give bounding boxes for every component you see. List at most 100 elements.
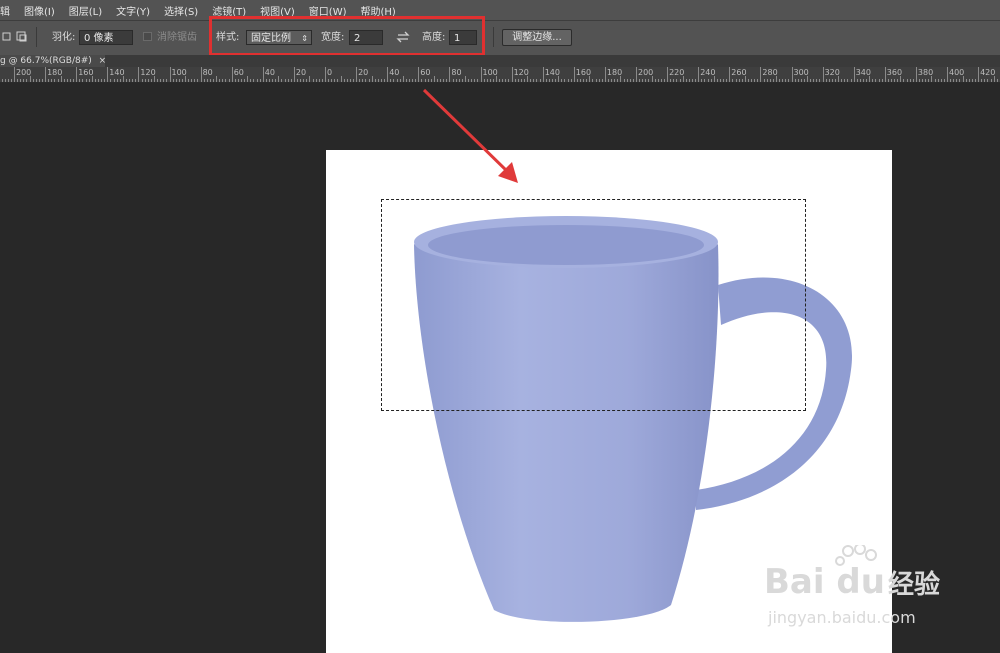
ruler-tick <box>10 79 12 82</box>
ruler-tick <box>51 79 53 82</box>
ruler-tick <box>561 79 563 82</box>
ruler-tick <box>390 79 392 82</box>
ruler-tick <box>480 67 482 82</box>
ruler-tick <box>987 79 989 82</box>
ruler-tick <box>362 79 364 82</box>
ruler-tick <box>595 79 597 82</box>
ruler-tick <box>978 67 980 82</box>
ruler-label: 200 <box>16 68 32 77</box>
ruler-tick <box>943 79 945 82</box>
width-input[interactable]: 2 <box>349 30 383 45</box>
ruler-tick <box>822 67 824 82</box>
height-input[interactable]: 1 <box>449 30 477 45</box>
menu-item[interactable]: 辑 <box>0 3 18 18</box>
ruler-tick <box>813 79 815 82</box>
ruler-label: 180 <box>606 68 623 77</box>
ruler-tick <box>1 79 3 82</box>
ruler-tick <box>508 79 510 82</box>
ruler-tick <box>443 79 445 82</box>
ruler-tick <box>872 79 874 82</box>
ruler-tick <box>113 79 115 82</box>
ruler-tick <box>608 79 609 82</box>
ruler-label: 400 <box>949 68 965 77</box>
ruler-tick <box>800 79 802 82</box>
ruler-tick <box>321 79 323 82</box>
menu-item[interactable]: 图层(L) <box>69 3 110 18</box>
ruler-tick <box>819 79 821 82</box>
ruler-tick <box>738 79 740 82</box>
menu-item[interactable]: 帮助(H) <box>361 3 404 18</box>
ruler-tick <box>729 67 731 82</box>
ruler-tick <box>797 79 799 82</box>
ruler-tick <box>241 79 243 82</box>
menu-item[interactable]: 窗口(W) <box>309 3 355 18</box>
ruler-tick <box>791 67 793 82</box>
menu-item[interactable]: 选择(S) <box>164 3 206 18</box>
antialias-checkbox[interactable] <box>143 32 152 41</box>
ruler-tick <box>359 79 361 82</box>
menu-item[interactable]: 文字(Y) <box>116 3 158 18</box>
ruler-tick <box>54 79 56 82</box>
selection-mode-icon[interactable] <box>2 30 28 46</box>
ruler-tick <box>132 79 134 82</box>
ruler-tick <box>194 79 196 82</box>
ruler-tick <box>732 79 734 82</box>
ruler-tick <box>458 79 460 82</box>
ruler-label: 140 <box>544 68 560 77</box>
ruler-tick <box>782 79 784 82</box>
ruler-tick <box>418 67 420 82</box>
close-icon[interactable]: × <box>99 56 105 66</box>
ruler-tick <box>847 79 849 82</box>
ruler-tick <box>642 79 644 82</box>
ruler-tick <box>592 79 594 82</box>
ruler-tick <box>654 79 656 82</box>
ruler-tick <box>247 76 249 82</box>
document-tab[interactable]: g @ 66.7%(RGB/8#) × <box>0 55 105 67</box>
ruler-tick <box>853 67 855 82</box>
ruler-tick <box>76 67 78 82</box>
ruler-tick <box>237 79 239 82</box>
ruler-tick <box>138 67 140 82</box>
ruler-tick <box>645 79 647 82</box>
ruler-label: 120 <box>513 68 529 77</box>
ruler-tick <box>405 79 407 82</box>
ruler-tick <box>698 67 700 82</box>
ruler-tick <box>116 79 118 82</box>
ruler-label: 100 <box>171 68 187 77</box>
ruler-tick <box>452 79 454 82</box>
ruler-tick <box>863 79 865 82</box>
ruler-tick <box>604 67 606 82</box>
menu-item[interactable]: 滤镜(T) <box>212 3 254 18</box>
ruler-tick <box>415 79 417 82</box>
menu-item[interactable]: 视图(V) <box>260 3 303 18</box>
ruler-label: 240 <box>700 68 716 77</box>
ruler-tick <box>897 79 899 82</box>
ruler-tick <box>380 79 382 82</box>
ruler-tick <box>216 76 218 82</box>
ruler-tick <box>169 67 171 82</box>
ruler-tick <box>430 79 432 82</box>
ruler-tick <box>850 79 852 82</box>
menu-item[interactable]: 图像(I) <box>24 3 63 18</box>
ruler-tick <box>726 79 728 82</box>
feather-input[interactable]: 0 像素 <box>79 30 133 45</box>
ruler-tick <box>576 79 578 82</box>
swap-icon[interactable] <box>396 30 410 46</box>
refine-edge-button[interactable]: 调整边缘... <box>502 29 572 46</box>
ruler-label: 20 <box>295 68 307 77</box>
ruler-tick <box>965 79 967 82</box>
ruler-tick <box>144 79 146 82</box>
style-select[interactable]: 固定比例 ⇕ <box>246 30 312 45</box>
ruler-tick <box>688 79 690 82</box>
ruler-tick <box>950 79 952 82</box>
ruler-tick <box>831 79 833 82</box>
ruler-tick <box>163 79 165 82</box>
ruler-tick <box>424 79 426 82</box>
ruler-label: 420 <box>980 68 996 77</box>
watermark-url: jingyan.baidu.com <box>767 608 916 627</box>
ruler-tick <box>887 79 889 82</box>
ruler-tick <box>539 79 541 82</box>
watermark-brand: Bai du <box>764 562 885 602</box>
ruler-tick <box>433 76 435 82</box>
ruler-tick <box>567 79 569 82</box>
